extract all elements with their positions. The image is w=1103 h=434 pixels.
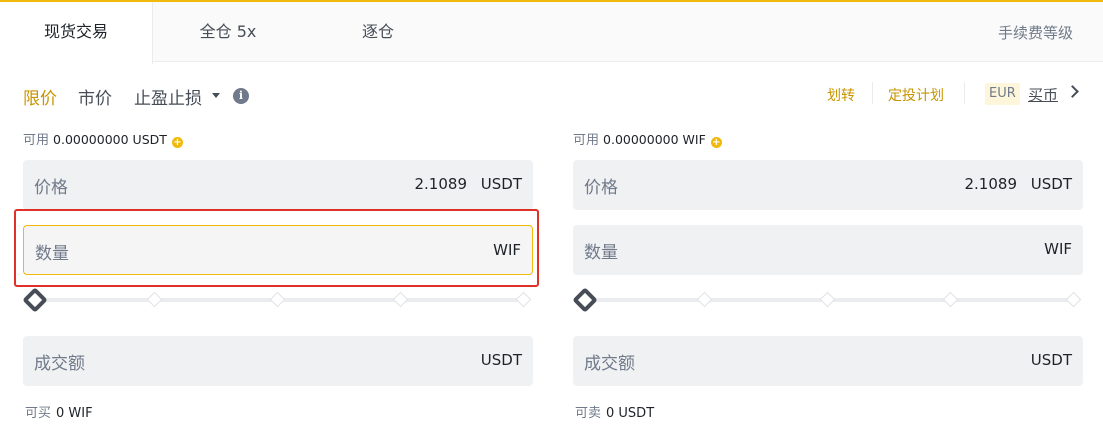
price-unit: USDT [480,175,522,193]
total-input[interactable]: 成交额 USDT [573,336,1083,386]
available-value: 0.00000000 USDT [53,132,167,147]
price-input[interactable]: 价格 2.1089 USDT [573,160,1083,210]
available-value: 0.00000000 WIF [603,132,706,147]
total-input[interactable]: 成交额 USDT [23,336,533,386]
available-label: 可用 [573,133,600,148]
price-label: 价格 [584,178,618,198]
quantity-input[interactable]: 数量 WIF [573,225,1083,275]
total-label: 成交额 [34,354,85,374]
max-buy-label: 可买 [25,406,52,421]
slider-tick-100[interactable] [1065,291,1082,308]
quantity-unit: WIF [1044,240,1072,258]
slider-tick-100[interactable] [515,291,532,308]
price-input[interactable]: 价格 2.1089 USDT [23,160,533,210]
available-balance: 可用 0.00000000 WIF + [573,129,722,148]
total-unit: USDT [1030,351,1072,369]
slider-tick-50[interactable] [269,291,286,308]
max-buy-value: 0 WIF [56,406,93,421]
max-sell-label: 可卖 [575,406,602,421]
quantity-highlight-box [14,209,539,287]
available-label: 可用 [23,133,50,148]
total-unit: USDT [480,351,522,369]
total-label: 成交额 [584,354,635,374]
slider-tick-25[interactable] [146,291,163,308]
slider-tick-75[interactable] [392,291,409,308]
max-sell: 可卖 0 USDT [575,402,654,421]
price-label: 价格 [34,178,68,198]
slider-handle[interactable] [22,287,48,313]
max-sell-value: 0 USDT [606,406,655,421]
slider-handle[interactable] [572,287,598,313]
quantity-label: 数量 [584,243,618,263]
plus-circle-icon[interactable]: + [710,137,722,148]
price-value[interactable]: 2.1089 [415,175,468,193]
price-value[interactable]: 2.1089 [965,175,1018,193]
amount-slider[interactable] [22,287,533,313]
sell-panel: 可用 0.00000000 WIF + 价格 2.1089 USDT 数量 WIF … [572,0,1083,434]
slider-tick-25[interactable] [696,291,713,308]
slider-tick-75[interactable] [942,291,959,308]
price-unit: USDT [1030,175,1072,193]
max-buy: 可买 0 WIF [25,402,93,421]
plus-circle-icon[interactable]: + [171,137,183,148]
slider-tick-50[interactable] [819,291,836,308]
available-balance: 可用 0.00000000 USDT + [23,129,183,148]
amount-slider[interactable] [572,287,1083,313]
